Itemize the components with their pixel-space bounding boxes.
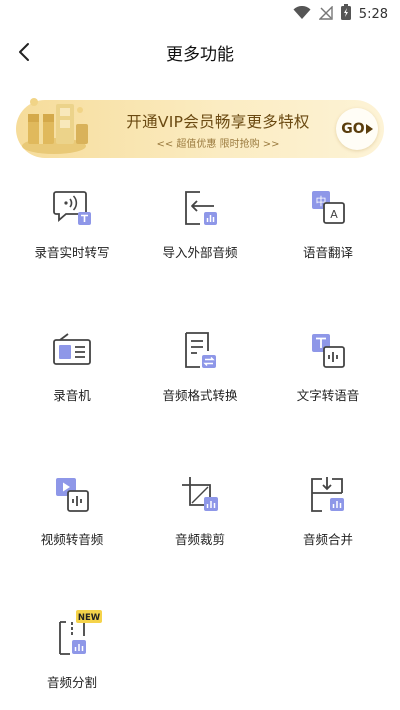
no-signal-icon — [318, 4, 333, 24]
vip-go-label: GO — [341, 121, 365, 137]
status-icons: 5:28 — [293, 4, 388, 24]
vip-subtitle: << 超值优惠 限时抢购 >> — [156, 139, 280, 150]
battery-charging-icon — [340, 4, 351, 24]
audio-crop-icon — [182, 477, 218, 511]
feature-label: 视频转音频 — [40, 532, 104, 547]
voice-translate-icon: 中 A — [312, 191, 345, 224]
feature-label: 音频裁剪 — [174, 532, 225, 547]
status-bar: 5:28 — [0, 0, 400, 28]
feature-label: 录音实时转写 — [34, 245, 110, 260]
feature-audio-crop[interactable]: 音频裁剪 — [134, 457, 266, 557]
vip-go-button[interactable]: GO — [336, 108, 378, 150]
feature-label: 音频分割 — [46, 675, 97, 690]
vip-gift-illustration-icon — [22, 98, 88, 154]
import-audio-icon — [185, 191, 217, 225]
new-badge-icon: NEW — [76, 610, 102, 623]
status-time: 5:28 — [358, 6, 388, 22]
new-badge-label: NEW — [78, 613, 101, 623]
live-transcribe-icon — [53, 191, 91, 225]
header: 更多功能 — [0, 30, 400, 74]
format-convert-icon — [185, 332, 216, 368]
page-title: 更多功能 — [166, 45, 234, 65]
feature-label: 语音翻译 — [302, 245, 353, 260]
feature-import-audio[interactable]: 导入外部音频 — [134, 170, 266, 270]
feature-label: 导入外部音频 — [162, 245, 238, 260]
feature-label: 音频格式转换 — [162, 388, 238, 403]
feature-label: 音频合并 — [302, 532, 353, 547]
feature-format-convert[interactable]: 音频格式转换 — [134, 313, 266, 413]
svg-text:A: A — [330, 208, 338, 221]
play-arrow-icon — [365, 124, 373, 134]
vip-title: 开通VIP会员畅享更多特权 — [126, 113, 310, 131]
vip-banner[interactable]: 开通VIP会员畅享更多特权 << 超值优惠 限时抢购 >> GO — [16, 98, 384, 158]
feature-label: 文字转语音 — [296, 388, 360, 403]
feature-live-transcribe[interactable]: 录音实时转写 — [6, 170, 138, 270]
audio-merge-icon — [311, 477, 344, 512]
feature-recorder[interactable]: 录音机 — [6, 313, 138, 413]
recorder-icon — [53, 333, 91, 365]
feature-voice-translate[interactable]: 中 A 语音翻译 — [262, 170, 394, 270]
feature-audio-merge[interactable]: 音频合并 — [262, 457, 394, 557]
text-to-speech-icon — [312, 334, 345, 368]
wifi-icon — [293, 5, 311, 24]
feature-text-to-speech[interactable]: 文字转语音 — [262, 313, 394, 413]
feature-label: 录音机 — [53, 388, 91, 403]
feature-audio-split[interactable]: NEW 音频分割 — [6, 600, 138, 700]
video-to-audio-icon — [56, 478, 89, 512]
feature-video-to-audio[interactable]: 视频转音频 — [6, 457, 138, 557]
